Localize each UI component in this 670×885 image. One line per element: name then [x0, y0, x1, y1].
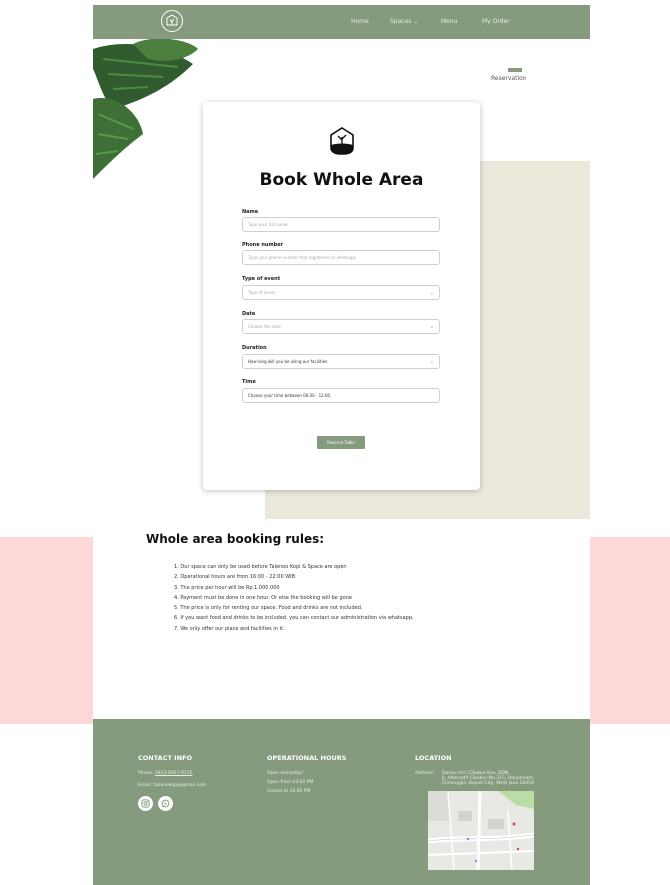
phone-input[interactable]: Type your phone number that registered o…	[242, 250, 440, 265]
chevron-down-icon: ⌄	[429, 323, 434, 330]
phone-placeholder: Type your phone number that registered o…	[248, 255, 357, 260]
event-type-label: Type of event	[242, 276, 281, 282]
duration-label: Duration	[242, 345, 267, 351]
nav-spaces[interactable]: Spaces ⌄	[390, 18, 418, 25]
list-item: 3. The price per hour will be Rp.1.000.0…	[174, 584, 280, 591]
list-item: 1. Our space can only be used before Tal…	[174, 564, 347, 570]
time-placeholder: Choose your time between 06.00 - 12.00	[248, 393, 331, 398]
pink-band-right	[590, 537, 670, 724]
name-label: Name	[242, 209, 259, 215]
event-type-placeholder: Type of event	[248, 290, 275, 295]
nav-menu[interactable]: Menu	[441, 18, 457, 25]
list-item: 7. We only offer our place and facilitie…	[174, 625, 285, 632]
name-input[interactable]: Type your full name	[242, 217, 440, 232]
logo-icon[interactable]	[161, 10, 183, 32]
list-item: 2. Operational hours are from 16:00 - 22…	[174, 574, 296, 581]
page-container: Home Spaces ⌄ Menu My Order Reservation …	[93, 5, 590, 885]
chevron-down-icon: ⌄	[429, 289, 434, 296]
page-root: Home Spaces ⌄ Menu My Order Reservation …	[0, 0, 670, 885]
reserve-table-button[interactable]: Reserve Table	[317, 436, 365, 449]
booking-form-card: Book Whole Area Name Type your full name…	[203, 102, 480, 490]
list-item: 6. If you want food and drinks to be inc…	[174, 615, 414, 622]
whatsapp-icon[interactable]	[158, 796, 173, 811]
duration-select[interactable]: How long will you be using our facilitie…	[242, 354, 440, 369]
rules-title: Whole area booking rules:	[146, 532, 325, 546]
email-link[interactable]: talionokopi@gmail.com	[153, 783, 206, 788]
date-select[interactable]: Choose the date ⌄	[242, 319, 440, 334]
operational-hours-title: OPERATIONAL HOURS	[267, 754, 347, 762]
rules-list: 1. Our space can only be used before Tal…	[174, 562, 414, 634]
contact-phone: Phone: 0813-8057-9155	[138, 771, 193, 776]
hours-line-1: Open everyday!	[267, 771, 304, 776]
name-placeholder: Type your full name	[248, 222, 288, 227]
time-input[interactable]: Choose your time between 06.00 - 12.00	[242, 388, 440, 403]
contact-info-title: CONTACT INFO	[138, 754, 192, 762]
location-title: LOCATION	[415, 754, 452, 762]
reservation-indicator	[508, 68, 522, 72]
event-type-select[interactable]: Type of event ⌄	[242, 285, 440, 300]
nav-my-order[interactable]: My Order	[482, 18, 510, 25]
form-title: Book Whole Area	[259, 170, 424, 190]
footer: CONTACT INFO Phone: 0813-8057-9155 Email…	[93, 719, 590, 885]
date-placeholder: Choose the date	[248, 324, 281, 329]
hours-line-3: Closed at 10.00 PM	[267, 789, 311, 794]
list-item: 5. The price is only for renting our spa…	[174, 605, 363, 612]
phone-label: Phone:	[138, 771, 154, 776]
time-label: Time	[242, 379, 256, 385]
address-label: Address:	[415, 771, 435, 776]
pink-band-left	[0, 537, 93, 724]
logo-icon	[330, 127, 354, 155]
top-nav: Home Spaces ⌄ Menu My Order	[93, 5, 590, 39]
hours-line-2: Open from 03.00 PM	[267, 780, 314, 785]
monstera-leaf-decoration	[93, 39, 198, 179]
date-label: Date	[242, 311, 256, 317]
breadcrumb-reservation[interactable]: Reservation	[491, 75, 527, 82]
chevron-down-icon: ⌄	[429, 358, 434, 365]
phone-label: Phone number	[242, 242, 284, 248]
contact-email: Email: talionokopi@gmail.com	[138, 783, 206, 788]
nav-home[interactable]: Home	[351, 18, 369, 25]
list-item: 4. Payment must be done in one hour. Or …	[174, 594, 352, 601]
address-line-3: Cimanggis, Depok City, West Java 16454	[442, 781, 534, 786]
phone-link[interactable]: 0813-8057-9155	[155, 771, 193, 776]
instagram-icon[interactable]	[138, 796, 153, 811]
duration-placeholder: How long will you be using our facilitie…	[248, 359, 328, 364]
email-label: Email:	[138, 783, 153, 788]
location-map[interactable]	[428, 791, 534, 870]
